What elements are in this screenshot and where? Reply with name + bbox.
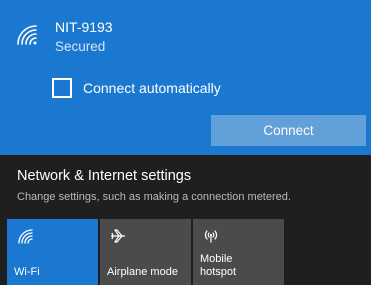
wifi-tile-label: Wi-Fi bbox=[14, 266, 40, 278]
connect-button[interactable]: Connect bbox=[211, 115, 366, 146]
network-name: NIT-9193 bbox=[55, 19, 113, 35]
wifi-toggle-tile[interactable]: Wi-Fi bbox=[7, 219, 98, 285]
wifi-icon bbox=[18, 229, 33, 244]
wifi-signal-icon bbox=[17, 25, 37, 45]
connect-automatically-label: Connect automatically bbox=[83, 80, 221, 96]
checkbox-box[interactable] bbox=[52, 78, 72, 98]
airplane-icon bbox=[111, 229, 125, 243]
network-list-item[interactable]: NIT-9193 Secured Connect automatically C… bbox=[0, 0, 371, 155]
mobile-hotspot-tile[interactable]: Mobile hotspot bbox=[193, 219, 284, 285]
airplane-mode-tile[interactable]: Airplane mode bbox=[100, 219, 191, 285]
hotspot-icon bbox=[204, 230, 218, 243]
tile-area-padding bbox=[286, 219, 371, 285]
network-flyout: NIT-9193 Secured Connect automatically C… bbox=[0, 0, 371, 285]
network-security-status: Secured bbox=[55, 39, 106, 54]
connect-automatically-checkbox[interactable]: Connect automatically bbox=[52, 77, 221, 99]
airplane-mode-label: Airplane mode bbox=[107, 266, 178, 278]
network-internet-settings-link[interactable]: Network & Internet settings bbox=[17, 168, 191, 184]
settings-description: Change settings, such as making a connec… bbox=[17, 191, 291, 203]
mobile-hotspot-label: Mobile hotspot bbox=[200, 253, 237, 278]
